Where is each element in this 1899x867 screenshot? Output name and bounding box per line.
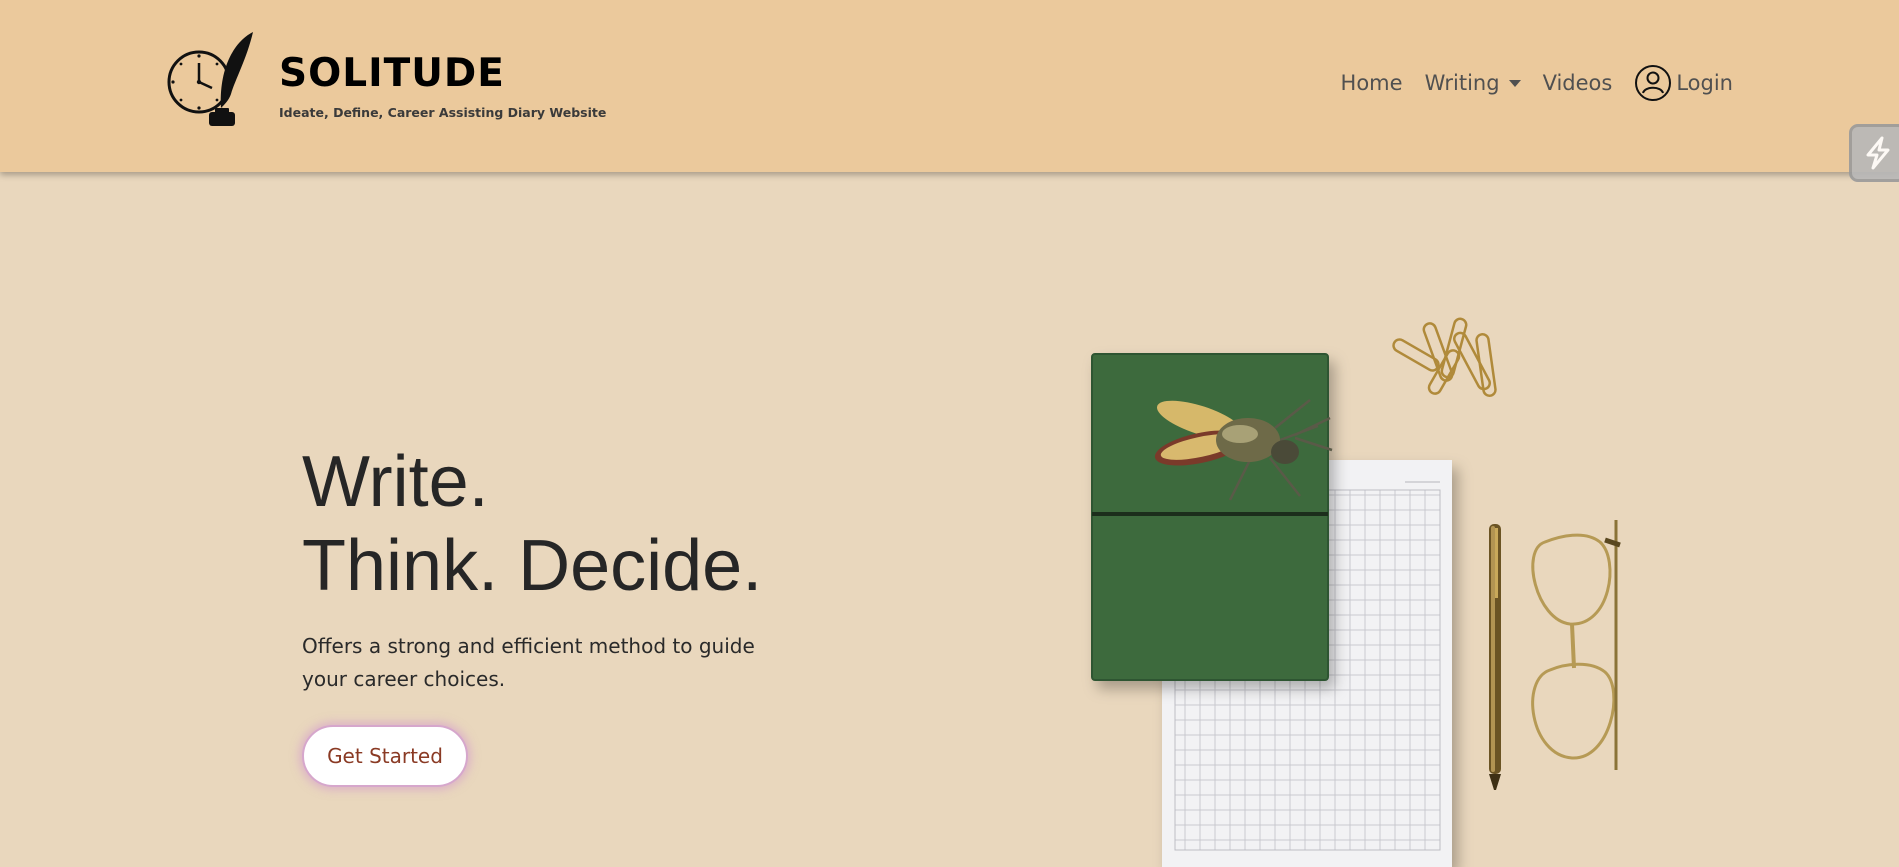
clock-quill-logo-icon xyxy=(167,32,253,126)
gold-pen xyxy=(1489,524,1501,790)
main-nav: Home Writing Videos Login xyxy=(1319,64,1733,102)
nav-writing-label: Writing xyxy=(1424,71,1500,95)
nav-writing-dropdown[interactable]: Writing xyxy=(1425,71,1521,95)
nav-videos-label: Videos xyxy=(1542,71,1613,95)
get-started-button[interactable]: Get Started xyxy=(302,725,468,787)
nav-videos-link[interactable]: Videos xyxy=(1543,71,1613,95)
nav-home-label: Home xyxy=(1340,71,1403,95)
hero-heading-line-2: Think. Decide. xyxy=(302,526,763,606)
brand[interactable]: SOLITUDE Ideate, Define, Career Assistin… xyxy=(163,30,606,130)
hero-heading: Write. Think. Decide. xyxy=(302,440,772,608)
user-circle-icon xyxy=(1635,65,1672,101)
nav-login-label: Login xyxy=(1676,71,1733,95)
brand-tagline: Ideate, Define, Career Assisting Diary W… xyxy=(279,105,607,120)
caret-down-icon xyxy=(1508,79,1521,87)
hero-illustration xyxy=(1091,317,1621,867)
hero-description: Offers a strong and efficient method to … xyxy=(302,634,755,691)
nav-login-link[interactable]: Login xyxy=(1634,64,1733,102)
eyeglasses xyxy=(1531,520,1621,770)
nav-home-link[interactable]: Home xyxy=(1341,71,1403,95)
hero-heading-line-1: Write. xyxy=(302,442,489,522)
green-notebook xyxy=(1091,353,1329,681)
brand-text: SOLITUDE Ideate, Define, Career Assistin… xyxy=(279,54,606,120)
paper-clips xyxy=(1392,317,1497,398)
floating-widget-button[interactable] xyxy=(1849,124,1899,182)
navbar: SOLITUDE Ideate, Define, Career Assistin… xyxy=(0,0,1899,172)
brand-title: SOLITUDE xyxy=(279,51,505,96)
hero-section: Write. Think. Decide. Offers a strong an… xyxy=(302,440,772,787)
lightning-icon xyxy=(1866,136,1890,170)
